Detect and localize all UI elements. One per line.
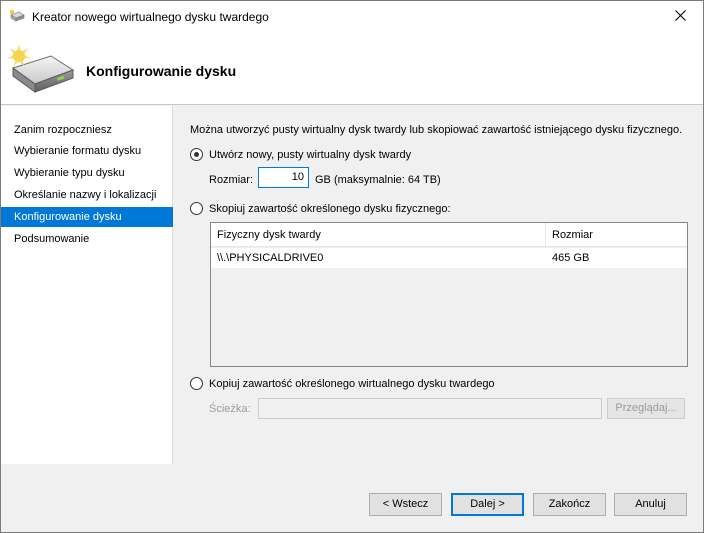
column-header-size[interactable]: Rozmiar — [546, 223, 686, 247]
size-unit-text: GB (maksymalnie: 64 TB) — [315, 174, 441, 186]
step-summary[interactable]: Podsumowanie — [1, 229, 173, 249]
close-button[interactable] — [657, 1, 703, 32]
wizard-footer: < Wstecz Dalej > Zakończ Anuluj — [1, 464, 703, 532]
wizard-header: Konfigurowanie dysku — [1, 32, 703, 105]
finish-button[interactable]: Zakończ — [533, 493, 606, 516]
copy-virtual-label[interactable]: Kopiuj zawartość określonego wirtualnego… — [209, 378, 495, 390]
configure-disk-panel: Można utworzyć pusty wirtualny dysk twar… — [174, 106, 703, 464]
create-new-radio[interactable] — [190, 148, 203, 161]
column-header-disk[interactable]: Fizyczny dysk twardy — [211, 223, 545, 247]
copy-physical-radio[interactable] — [190, 202, 203, 215]
step-choose-format[interactable]: Wybieranie formatu dysku — [1, 141, 173, 161]
step-name-location[interactable]: Określanie nazwy i lokalizacji — [1, 185, 173, 205]
physical-disk-list[interactable]: Fizyczny dysk twardy Rozmiar \\.\PHYSICA… — [210, 222, 688, 367]
disk-size-cell: 465 GB — [552, 252, 590, 264]
step-configure-disk[interactable]: Konfigurowanie dysku — [1, 207, 173, 227]
next-button[interactable]: Dalej > — [451, 493, 524, 516]
disk-name-cell: \\.\PHYSICALDRIVE0 — [217, 252, 324, 264]
size-label: Rozmiar: — [209, 174, 254, 186]
size-input[interactable]: 10 — [258, 167, 309, 188]
hard-disk-title-icon — [9, 9, 25, 23]
page-title: Konfigurowanie dysku — [86, 63, 237, 79]
hard-disk-header-icon — [5, 44, 77, 96]
disk-list-header: Fizyczny dysk twardy Rozmiar — [211, 223, 687, 247]
wizard-window: Kreator nowego wirtualnego dysku twardeg… — [0, 0, 704, 533]
create-new-label[interactable]: Utwórz nowy, pusty wirtualny dysk twardy — [209, 149, 411, 161]
table-row[interactable]: \\.\PHYSICALDRIVE0 465 GB — [211, 248, 687, 268]
step-before-you-begin[interactable]: Zanim rozpoczniesz — [1, 120, 173, 140]
browse-button[interactable]: Przeglądaj... — [607, 398, 685, 419]
step-choose-type[interactable]: Wybieranie typu dysku — [1, 163, 173, 183]
path-label: Ścieżka: — [209, 403, 251, 415]
description-text: Można utworzyć pusty wirtualny dysk twar… — [190, 124, 683, 136]
cancel-button[interactable]: Anuluj — [614, 493, 687, 516]
back-button[interactable]: < Wstecz — [369, 493, 442, 516]
title-bar: Kreator nowego wirtualnego dysku twardeg… — [1, 1, 703, 32]
copy-physical-label[interactable]: Skopiuj zawartość określonego dysku fizy… — [209, 203, 451, 215]
copy-virtual-radio[interactable] — [190, 377, 203, 390]
close-icon — [674, 9, 686, 24]
wizard-steps-sidebar: Zanim rozpoczniesz Wybieranie formatu dy… — [1, 106, 173, 464]
path-input[interactable] — [258, 398, 602, 419]
window-title: Kreator nowego wirtualnego dysku twardeg… — [32, 10, 269, 24]
